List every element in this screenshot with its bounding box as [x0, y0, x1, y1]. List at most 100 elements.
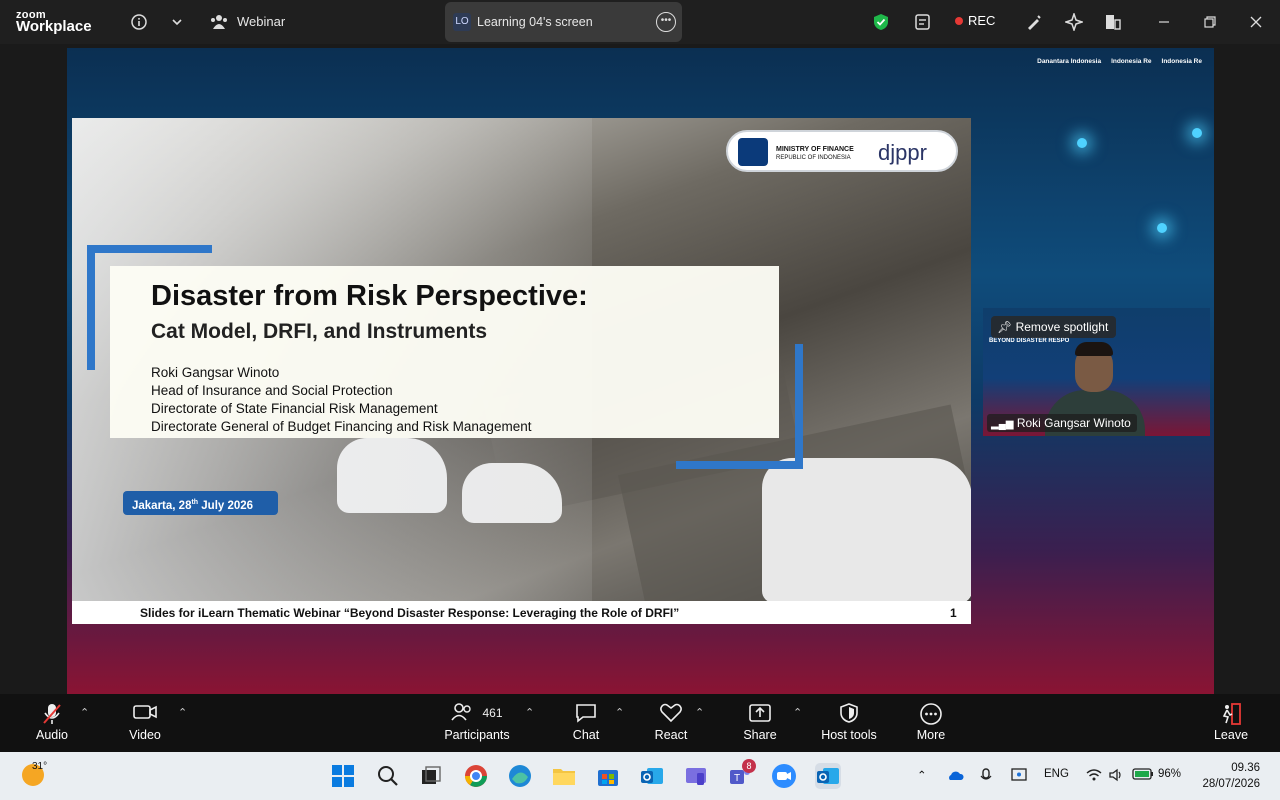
- video-button[interactable]: Video: [125, 702, 165, 742]
- start-icon[interactable]: [330, 763, 356, 789]
- video-options-caret-icon[interactable]: ⌃: [178, 706, 187, 719]
- task-view-icon[interactable]: [418, 763, 444, 789]
- host-tools-button[interactable]: Host tools: [817, 702, 881, 742]
- logo-line2: Workplace: [16, 18, 92, 35]
- share-screen-icon: [740, 702, 780, 728]
- djppr-logo: djppr: [878, 140, 927, 165]
- search-icon[interactable]: [375, 763, 401, 789]
- info-icon[interactable]: [127, 10, 151, 34]
- input-language[interactable]: ENG: [1044, 768, 1069, 780]
- audio-button[interactable]: Audio: [30, 702, 74, 742]
- car-image: [762, 458, 971, 603]
- meeting-stage: Danantara Indonesia Indonesia Re Indones…: [0, 44, 1280, 694]
- react-button[interactable]: React: [651, 702, 691, 742]
- captions-icon[interactable]: [911, 10, 935, 34]
- chat-button[interactable]: Chat: [568, 702, 604, 742]
- presenter-directorate: Directorate of State Financial Risk Mana…: [151, 401, 438, 416]
- slide-footer: Slides for iLearn Thematic Webinar “Beyo…: [72, 601, 971, 624]
- camera-icon: [125, 702, 165, 728]
- wifi-icon[interactable]: [1086, 768, 1102, 785]
- minimize-icon[interactable]: [1152, 10, 1176, 34]
- weather-temperature: 31°: [32, 761, 48, 772]
- slide-page-number: 1: [950, 606, 957, 620]
- outlook-active-icon[interactable]: [815, 763, 841, 789]
- more-button[interactable]: More: [912, 702, 950, 742]
- date-suffix: July 2026: [198, 499, 254, 512]
- title-bar: zoom Workplace Webinar LO Learning 04's …: [0, 0, 1280, 44]
- edge-icon[interactable]: [507, 763, 533, 789]
- host-tools-label: Host tools: [821, 728, 877, 742]
- share-partner-logos: Danantara Indonesia Indonesia Re Indones…: [1037, 58, 1202, 65]
- audio-options-caret-icon[interactable]: ⌃: [80, 706, 89, 719]
- decorative-glow: [1192, 128, 1202, 138]
- leave-icon: [1212, 702, 1250, 728]
- video-backdrop-text: BEYOND DISASTER RESPO: [989, 338, 1070, 344]
- show-hidden-icons-chevron-icon[interactable]: ⌃: [917, 768, 927, 782]
- store-icon[interactable]: [595, 763, 621, 789]
- view-layout-icon[interactable]: [1101, 10, 1125, 34]
- ministry-emblem-icon: [738, 138, 768, 166]
- leave-button[interactable]: Leave: [1212, 702, 1250, 742]
- ministry-logo-badge: MINISTRY OF FINANCE REPUBLIC OF INDONESI…: [726, 130, 958, 172]
- zoom-app-icon[interactable]: [771, 763, 797, 789]
- recording-indicator[interactable]: REC: [955, 13, 995, 28]
- meeting-controls: Audio ⌃ Video ⌃ 461 Participants ⌃ Chat …: [0, 694, 1280, 752]
- participant-hair: [1075, 342, 1113, 356]
- spotlight-video-tile[interactable]: BEYOND DISASTER RESPO 📌︎ Remove spotligh…: [983, 308, 1210, 436]
- react-options-caret-icon[interactable]: ⌃: [695, 706, 704, 719]
- more-icon: [912, 702, 950, 728]
- video-label: Video: [129, 728, 161, 742]
- clock-date: 28/07/2026: [1202, 778, 1260, 790]
- signal-strength-icon: ▂▄▆: [991, 419, 1014, 430]
- svg-text:T: T: [734, 773, 740, 784]
- participants-icon: 461: [440, 702, 514, 728]
- file-explorer-icon[interactable]: [551, 763, 577, 789]
- participants-options-caret-icon[interactable]: ⌃: [525, 706, 534, 719]
- ai-companion-icon[interactable]: [1062, 10, 1086, 34]
- microphone-icon[interactable]: [980, 768, 992, 787]
- chat-bubble-icon: [568, 702, 604, 728]
- security-shield-icon[interactable]: [869, 10, 893, 34]
- decorative-glow: [1157, 223, 1167, 233]
- participants-count: 461: [482, 706, 503, 720]
- slide-footer-text: Slides for iLearn Thematic Webinar “Beyo…: [140, 606, 680, 620]
- phone-link-icon[interactable]: [683, 763, 709, 789]
- audio-label: Audio: [36, 728, 68, 742]
- meeting-type-label: Webinar: [237, 14, 286, 29]
- more-label: More: [916, 728, 946, 742]
- close-icon[interactable]: [1244, 10, 1268, 34]
- muted-microphone-icon: [30, 702, 74, 728]
- annotate-icon[interactable]: [1022, 10, 1046, 34]
- participants-label: Participants: [444, 728, 510, 742]
- onedrive-icon[interactable]: [946, 768, 964, 785]
- chrome-icon[interactable]: [463, 763, 489, 789]
- partner-logo-1: Danantara Indonesia: [1037, 58, 1102, 65]
- system-clock[interactable]: 09.36 28/07/2026: [1202, 760, 1260, 792]
- date-prefix: Jakarta, 28: [132, 499, 192, 512]
- presenter-directorate-general: Directorate General of Budget Financing …: [151, 419, 532, 434]
- battery-icon[interactable]: [1132, 768, 1154, 783]
- slide-subtitle: Cat Model, DRFI, and Instruments: [151, 320, 488, 343]
- screen-capture-icon[interactable]: [1011, 768, 1027, 785]
- outlook-icon[interactable]: [639, 763, 665, 789]
- more-options-icon[interactable]: •••: [656, 12, 676, 32]
- leave-label: Leave: [1213, 728, 1249, 742]
- chat-options-caret-icon[interactable]: ⌃: [615, 706, 624, 719]
- partner-logo-2: Indonesia Re: [1111, 58, 1152, 65]
- react-label: React: [654, 728, 688, 742]
- webinar-icon: [207, 10, 231, 34]
- volume-icon[interactable]: [1108, 768, 1124, 785]
- ministry-name: MINISTRY OF FINANCE: [776, 146, 854, 153]
- shared-screen-selector[interactable]: LO Learning 04's screen •••: [445, 2, 682, 42]
- slide-title-card: Disaster from Risk Perspective: Cat Mode…: [110, 266, 779, 438]
- participant-name: Roki Gangsar Winoto: [1016, 416, 1131, 430]
- participants-button[interactable]: 461 Participants: [440, 702, 514, 742]
- remove-spotlight-button[interactable]: 📌︎ Remove spotlight: [991, 316, 1117, 338]
- restore-icon[interactable]: [1198, 10, 1222, 34]
- chevron-down-icon[interactable]: [165, 10, 189, 34]
- screen-owner-avatar: LO: [453, 13, 471, 31]
- share-options-caret-icon[interactable]: ⌃: [793, 706, 802, 719]
- share-button[interactable]: Share: [740, 702, 780, 742]
- shield-icon: [817, 702, 881, 728]
- presenter-role: Head of Insurance and Social Protection: [151, 383, 393, 398]
